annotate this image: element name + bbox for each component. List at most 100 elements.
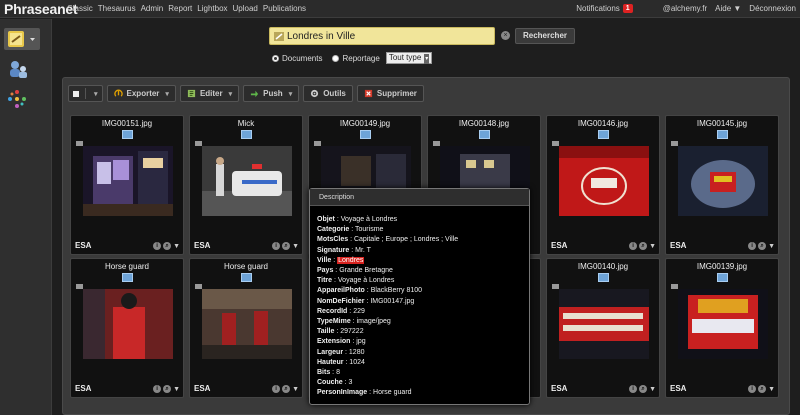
card-select-checkbox[interactable] (122, 273, 133, 282)
zoom-icon[interactable]: ⌕ (282, 242, 291, 250)
card-select-checkbox[interactable] (241, 273, 252, 282)
chevron-down-icon: ▾ (228, 90, 233, 98)
type-select-value: Tout type (388, 53, 422, 62)
zoom-icon[interactable]: ⌕ (758, 242, 767, 250)
logout-link[interactable]: Déconnexion (749, 4, 796, 13)
zoom-icon[interactable]: ⌕ (282, 385, 291, 393)
info-icon[interactable]: i (748, 385, 757, 393)
tooltip-field-value: Voyage à Londres (337, 277, 395, 285)
tooltip-field: Signature : Mr. T (317, 246, 371, 254)
zoom-icon[interactable]: ⌕ (639, 242, 648, 250)
tooltip-field: Ville : Londres (317, 256, 365, 264)
card-thumbnail[interactable] (83, 146, 173, 216)
card-thumbnail[interactable] (678, 146, 768, 216)
card-actions: i ⌕ ▼ (748, 242, 775, 250)
result-card[interactable]: IMG00146.jpg ESA i ⌕ ▼ (546, 115, 660, 255)
notifications-count-badge[interactable]: 1 (622, 4, 633, 13)
tooltip-field-value: 1024 (349, 358, 365, 366)
nav-publications[interactable]: Publications (263, 4, 306, 13)
info-icon[interactable]: i (748, 242, 757, 250)
chevron-down-icon[interactable]: ▼ (649, 386, 656, 393)
help-menu[interactable]: Aide ▼ (715, 4, 741, 13)
result-card[interactable]: IMG00151.jpg ESA i ⌕ ▼ (70, 115, 184, 255)
tooltip-field-value: Voyage à Londres (340, 216, 398, 223)
card-select-checkbox[interactable] (241, 130, 252, 139)
main-nav: Classic Thesaurus Admin Report Lightbox … (67, 4, 306, 13)
search-input[interactable]: Londres in Ville (269, 27, 495, 45)
card-actions: i ⌕ ▼ (629, 242, 656, 250)
result-card[interactable]: Horse guard ESA i ⌕ ▼ (70, 258, 184, 398)
tools-button[interactable]: Outils (303, 85, 353, 102)
thesaurus-button[interactable] (4, 88, 40, 110)
chevron-down-icon[interactable]: ▼ (292, 243, 299, 250)
nav-admin[interactable]: Admin (141, 4, 164, 13)
radio-reportage[interactable] (332, 54, 340, 62)
card-select-checkbox[interactable] (717, 273, 728, 282)
zoom-icon[interactable]: ⌕ (639, 385, 648, 393)
users-button[interactable] (4, 59, 40, 81)
chevron-down-icon[interactable]: ▼ (292, 386, 299, 393)
info-icon[interactable]: i (272, 242, 281, 250)
radio-reportage-label: Reportage (342, 53, 380, 63)
tooltip-field-key: Taille (317, 328, 335, 336)
document-type-icon (433, 141, 440, 146)
result-card[interactable]: IMG00139.jpg ESA i ⌕ ▼ (665, 258, 779, 398)
export-button[interactable]: Exporter ▾ (106, 85, 176, 102)
nav-thesaurus[interactable]: Thesaurus (98, 4, 136, 13)
search-mode-button[interactable] (4, 28, 40, 50)
description-tooltip: Description Objet : Voyage à Londres Cate… (309, 188, 530, 405)
card-select-checkbox[interactable] (598, 130, 609, 139)
chevron-down-icon[interactable]: ▼ (173, 243, 180, 250)
card-thumbnail[interactable] (678, 289, 768, 359)
nav-upload[interactable]: Upload (233, 4, 258, 13)
info-icon[interactable]: i (629, 242, 638, 250)
tooltip-field-value: 229 (353, 307, 365, 315)
chevron-down-icon[interactable]: ▼ (768, 243, 775, 250)
radio-documents[interactable] (272, 54, 279, 62)
type-select[interactable]: Tout type ▾ (385, 52, 433, 64)
card-thumbnail[interactable] (83, 289, 173, 359)
info-icon[interactable]: i (629, 385, 638, 393)
card-select-checkbox[interactable] (479, 130, 490, 139)
document-type-icon (76, 284, 83, 289)
delete-button[interactable]: Supprimer (356, 85, 424, 102)
card-select-checkbox[interactable] (717, 130, 728, 139)
result-card[interactable]: Mick ESA i ⌕ ▼ (189, 115, 303, 255)
chevron-down-icon[interactable]: ▼ (173, 386, 180, 393)
zoom-icon[interactable]: ⌕ (163, 242, 172, 250)
card-thumbnail[interactable] (559, 146, 649, 216)
zoom-icon[interactable]: ⌕ (758, 385, 767, 393)
chevron-down-icon[interactable]: ▼ (649, 243, 656, 250)
tooltip-field: TypeMime : image/jpeg (317, 318, 391, 326)
nav-lightbox[interactable]: Lightbox (197, 4, 227, 13)
chevron-down-icon[interactable]: ▼ (768, 386, 775, 393)
info-icon[interactable]: i (153, 385, 162, 393)
result-card[interactable]: IMG00145.jpg ESA i ⌕ ▼ (665, 115, 779, 255)
card-thumbnail[interactable] (202, 146, 292, 216)
card-select-checkbox[interactable] (598, 273, 609, 282)
user-account-link[interactable]: @alchemy.fr (663, 4, 707, 13)
result-card[interactable]: Horse guard ESA i ⌕ ▼ (189, 258, 303, 398)
info-icon[interactable]: i (272, 385, 281, 393)
search-button[interactable]: Rechercher (515, 28, 575, 44)
card-title: IMG00139.jpg (696, 262, 748, 271)
tooltip-field-value: IMG00147.jpg (370, 297, 415, 305)
card-owner: ESA (670, 241, 687, 250)
info-icon[interactable]: i (153, 242, 162, 250)
clear-search-icon[interactable]: × (501, 31, 510, 40)
notifications-link[interactable]: Notifications (576, 4, 620, 13)
nav-report[interactable]: Report (168, 4, 192, 13)
tooltip-field-key: Bits (317, 369, 331, 377)
search-query-text: Londres in Ville (287, 31, 356, 42)
tooltip-field: Objet : Voyage à Londres (317, 216, 398, 223)
zoom-icon[interactable]: ⌕ (163, 385, 172, 393)
card-select-checkbox[interactable] (122, 130, 133, 139)
card-select-checkbox[interactable] (360, 130, 371, 139)
card-thumbnail[interactable] (559, 289, 649, 359)
card-thumbnail[interactable] (202, 289, 292, 359)
nav-classic[interactable]: Classic (67, 4, 93, 13)
result-card[interactable]: IMG00140.jpg ESA i ⌕ ▼ (546, 258, 660, 398)
select-all-button[interactable]: ▾ (68, 85, 103, 102)
push-button[interactable]: Push ▾ (243, 85, 300, 102)
edit-button[interactable]: Editer ▾ (179, 85, 240, 102)
